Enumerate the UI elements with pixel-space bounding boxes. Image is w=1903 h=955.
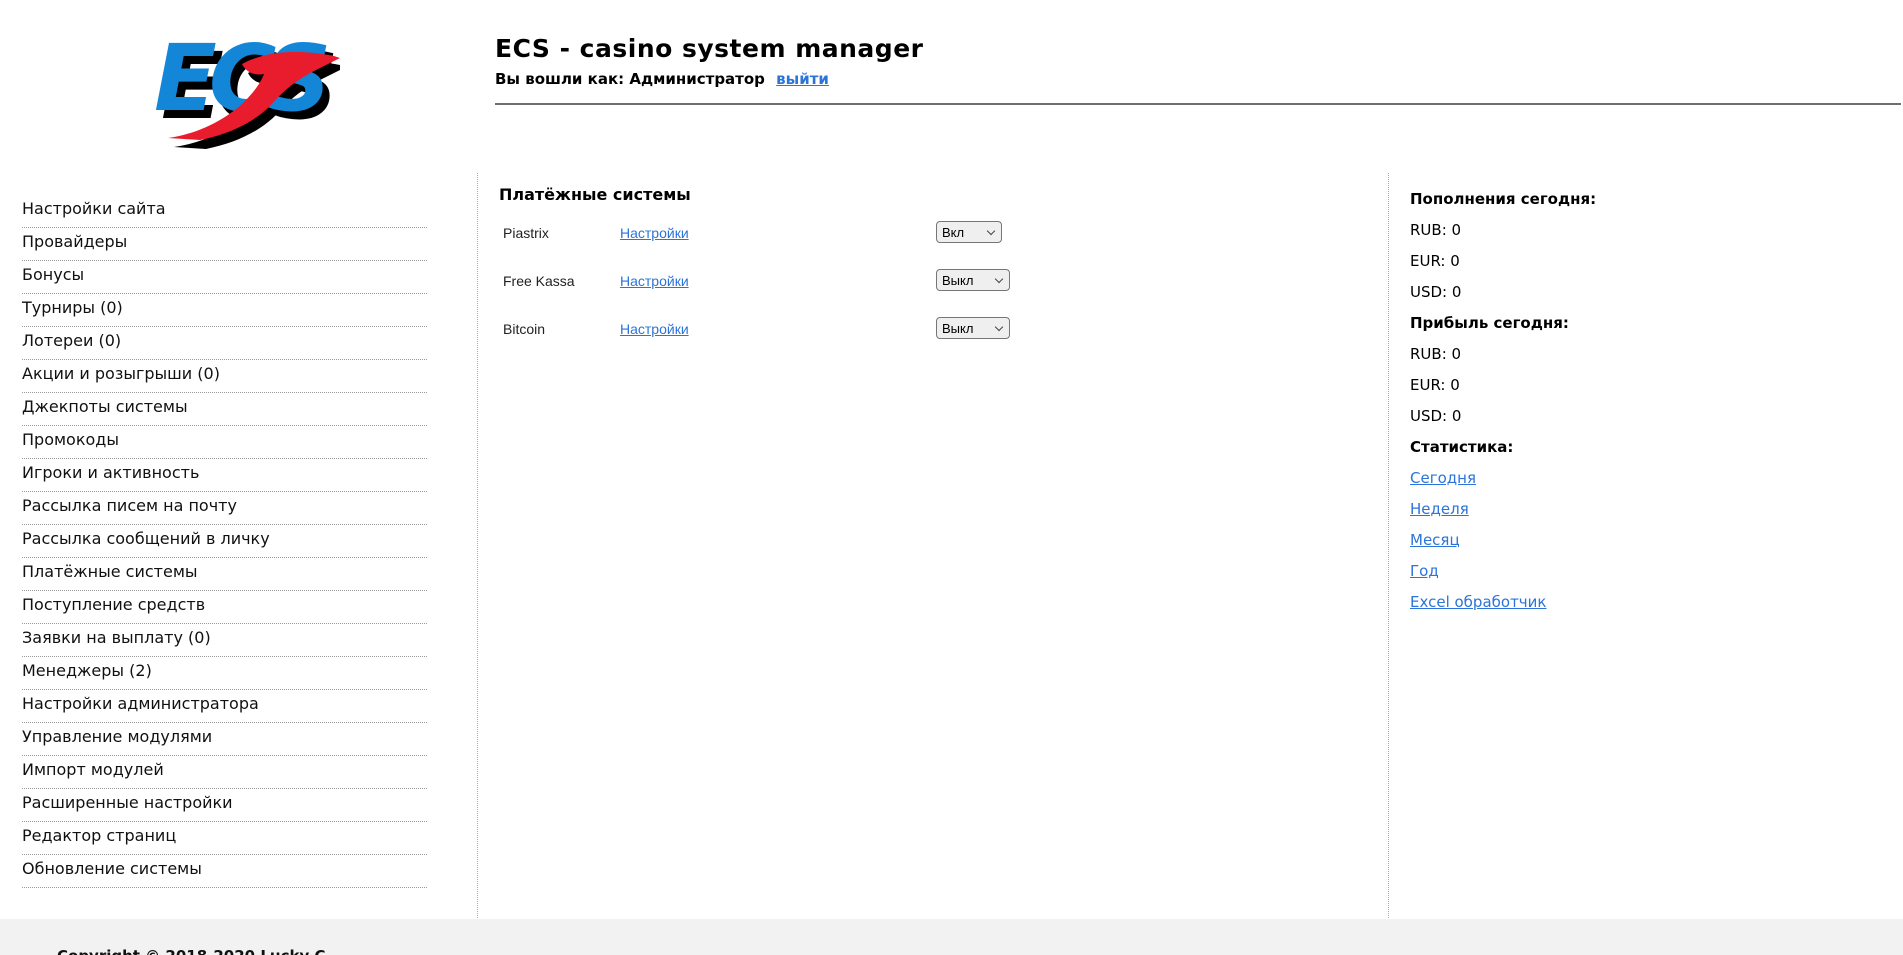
sidebar-item[interactable]: Импорт модулей bbox=[22, 756, 427, 789]
payment-state-select-wrap: ВклВыкл bbox=[936, 221, 1002, 243]
sidebar-item[interactable]: Бонусы bbox=[22, 261, 427, 294]
payment-settings-link[interactable]: Настройки bbox=[620, 225, 689, 241]
content-area: Настройки сайта Провайдеры Бонусы Турниры (… bbox=[0, 173, 1903, 918]
payment-state-select[interactable]: ВклВыкл bbox=[936, 269, 1010, 291]
ecs-logo-graphic: ECS ECS bbox=[154, 25, 346, 149]
statistics-link[interactable]: Сегодня bbox=[1410, 469, 1476, 488]
sidebar-item[interactable]: Рассылка сообщений в личку bbox=[22, 525, 427, 558]
payment-state-select[interactable]: ВклВыкл bbox=[936, 317, 1010, 339]
stats-panel: Пополнения сегодня: RUB: 0 EUR: 0 USD: 0 П… bbox=[1389, 173, 1889, 624]
statistics-links: Сегодня Неделя Месяц Год Excel обработчик bbox=[1410, 469, 1889, 612]
deposits-today-values: RUB: 0 EUR: 0 USD: 0 bbox=[1410, 221, 1889, 302]
sidebar-item[interactable]: Промокоды bbox=[22, 426, 427, 459]
login-status-text: Вы вошли как: Администратор bbox=[495, 70, 765, 88]
sidebar-item[interactable]: Лотереи (0) bbox=[22, 327, 427, 360]
sidebar-item[interactable]: Расширенные настройки bbox=[22, 789, 427, 822]
payment-name: Bitcoin bbox=[503, 321, 546, 337]
sidebar-item[interactable]: Менеджеры (2) bbox=[22, 657, 427, 690]
stat-value-line: RUB: 0 bbox=[1410, 221, 1462, 239]
stat-value-line: RUB: 0 bbox=[1410, 345, 1462, 363]
statistics-link[interactable]: Год bbox=[1410, 562, 1439, 581]
payment-row: Piastrix Настройки ВклВыкл bbox=[499, 211, 1388, 259]
payment-rows: Piastrix Настройки ВклВыкл Free Kassa Настро… bbox=[499, 211, 1388, 355]
payment-settings-link[interactable]: Настройки bbox=[620, 321, 689, 337]
payment-name: Free Kassa bbox=[503, 273, 575, 289]
statistics-link[interactable]: Excel обработчик bbox=[1410, 593, 1546, 612]
statistics-link[interactable]: Неделя bbox=[1410, 500, 1469, 519]
sidebar-item[interactable]: Провайдеры bbox=[22, 228, 427, 261]
stat-value-line: EUR: 0 bbox=[1410, 252, 1460, 270]
sidebar-item[interactable]: Джекпоты системы bbox=[22, 393, 427, 426]
sidebar-item[interactable]: Настройки администратора bbox=[22, 690, 427, 723]
payment-row: Bitcoin Настройки ВклВыкл bbox=[499, 307, 1388, 355]
payment-state-select-wrap: ВклВыкл bbox=[936, 317, 1010, 339]
statistics-link[interactable]: Месяц bbox=[1410, 531, 1460, 550]
payment-state-select[interactable]: ВклВыкл bbox=[936, 221, 1002, 243]
page-title: ECS - casino system manager bbox=[495, 34, 924, 63]
sidebar-item[interactable]: Управление модулями bbox=[22, 723, 427, 756]
sidebar-item[interactable]: Рассылка писем на почту bbox=[22, 492, 427, 525]
deposits-today-title: Пополнения сегодня: bbox=[1410, 190, 1597, 208]
sidebar-menu: Настройки сайта Провайдеры Бонусы Турниры (… bbox=[22, 195, 427, 888]
sidebar-list: Настройки сайта Провайдеры Бонусы Турниры (… bbox=[22, 195, 427, 888]
sidebar-item[interactable]: Обновление системы bbox=[22, 855, 427, 888]
sidebar-item[interactable]: Поступление средств bbox=[22, 591, 427, 624]
payment-state-select-wrap: ВклВыкл bbox=[936, 269, 1010, 291]
login-status: Вы вошли как: Администратор выйти bbox=[495, 70, 923, 88]
copyright-text: Copyright © 2018-2020 Lucky C bbox=[57, 947, 325, 955]
sidebar-item[interactable]: Акции и розыгрыши (0) bbox=[22, 360, 427, 393]
stat-value-line: USD: 0 bbox=[1410, 283, 1462, 301]
sidebar-item[interactable]: Игроки и активность bbox=[22, 459, 427, 492]
sidebar-item[interactable]: Турниры (0) bbox=[22, 294, 427, 327]
logout-link[interactable]: выйти bbox=[776, 70, 829, 88]
sidebar-item[interactable]: Редактор страниц bbox=[22, 822, 427, 855]
ecs-logo: ECS ECS bbox=[138, 14, 346, 152]
payment-name: Piastrix bbox=[503, 225, 549, 241]
header-divider bbox=[495, 103, 1901, 105]
payment-row: Free Kassa Настройки ВклВыкл bbox=[499, 259, 1388, 307]
sidebar-item[interactable]: Настройки сайта bbox=[22, 195, 427, 228]
statistics-title: Статистика: bbox=[1410, 438, 1514, 456]
profit-today-values: RUB: 0 EUR: 0 USD: 0 bbox=[1410, 345, 1889, 426]
payment-systems-panel: Платёжные системы Piastrix Настройки ВклВы… bbox=[477, 173, 1389, 918]
panel-title: Платёжные системы bbox=[499, 185, 691, 204]
stat-value-line: USD: 0 bbox=[1410, 407, 1462, 425]
sidebar-item[interactable]: Платёжные системы bbox=[22, 558, 427, 591]
sidebar-item[interactable]: Заявки на выплату (0) bbox=[22, 624, 427, 657]
page-footer: Copyright © 2018-2020 Lucky C bbox=[0, 919, 1903, 955]
admin-page: ECS ECS ECS - casino system manager Вы в… bbox=[0, 0, 1903, 955]
profit-today-title: Прибыль сегодня: bbox=[1410, 314, 1569, 332]
stat-value-line: EUR: 0 bbox=[1410, 376, 1460, 394]
payment-settings-link[interactable]: Настройки bbox=[620, 273, 689, 289]
